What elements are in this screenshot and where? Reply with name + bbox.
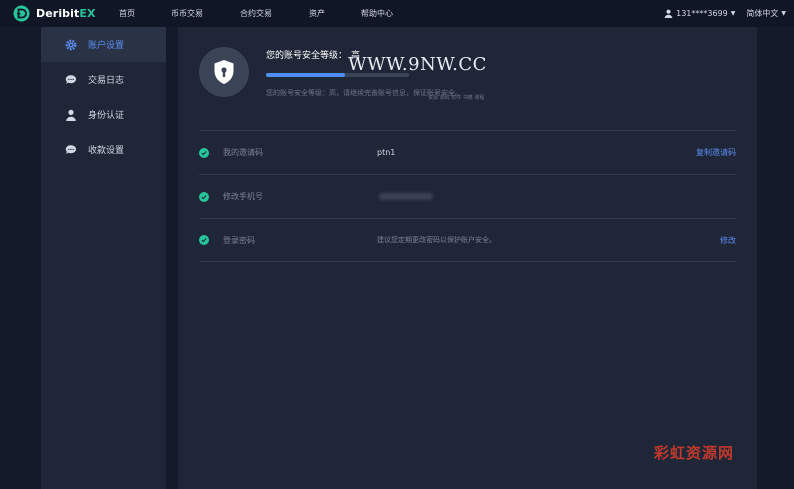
check-circle-icon [199, 147, 209, 158]
sidebar-item-label: 账户设置 [88, 41, 125, 51]
nav-contract-trading[interactable]: 合约交易 [240, 8, 309, 19]
settings-list: 我的邀请码 ptn1 复制邀请码 修改手机号 登录密码 建议您定期更改密码以保护… [199, 130, 736, 262]
sidebar-item-identity-verification[interactable]: 身份认证 [41, 97, 166, 132]
watermark-subtext: 资源 源码 软件 书籍 课程 [428, 95, 485, 101]
sidebar-item-label: 交易日志 [88, 76, 125, 86]
setting-label: 登录密码 [223, 235, 255, 245]
setting-label: 修改手机号 [223, 192, 263, 201]
person-icon [65, 109, 77, 121]
language-selector[interactable]: 简体中文 ▼ [746, 8, 786, 19]
nav-spot-trading[interactable]: 币币交易 [171, 8, 240, 19]
sidebar-item-label: 收款设置 [88, 146, 125, 156]
chat-icon [65, 74, 77, 86]
user-menu[interactable]: 131****3699 ▼ [664, 9, 735, 18]
caret-down-icon: ▼ [730, 10, 736, 17]
gear-icon [65, 39, 77, 51]
shield-lock-icon [214, 60, 234, 84]
language-label: 简体中文 [746, 9, 779, 18]
user-phone: 131****3699 [676, 9, 728, 18]
phone-number-redacted [379, 193, 433, 200]
invite-code-value: ptn1 [377, 148, 396, 157]
setting-label: 我的邀请码 [223, 148, 263, 157]
copy-invite-code-link[interactable]: 复制邀请码 [696, 147, 736, 158]
watermark-text: WWW.9NW.CC [348, 54, 487, 75]
user-icon [664, 9, 673, 18]
security-level-progress-fill [266, 73, 345, 77]
check-circle-icon [199, 235, 209, 245]
sidebar-item-account-settings[interactable]: 账户设置 [41, 27, 166, 62]
sidebar-item-label: 身份认证 [88, 111, 125, 121]
caret-down-icon: ▼ [781, 10, 786, 17]
sidebar-item-trade-log[interactable]: 交易日志 [41, 62, 166, 97]
corner-watermark: 彩虹资源网 [654, 444, 735, 462]
password-hint: 建议您定期更改密码以保护账户安全。 [377, 236, 496, 244]
security-level-title: 您的账号安全等级：高 [266, 51, 361, 61]
deribit-logo-icon [13, 5, 30, 22]
sidebar-item-payment-settings[interactable]: 收款设置 [41, 132, 166, 167]
setting-row-login-password: 登录密码 建议您定期更改密码以保护账户安全。 修改 [199, 218, 736, 262]
check-circle-icon [199, 191, 209, 202]
account-settings-panel: 您的账号安全等级：高 您的账号安全等级：高，请继续完善账号信息，保证账号安全。 … [178, 27, 757, 489]
chat-icon [65, 144, 77, 156]
setting-row-invite-code: 我的邀请码 ptn1 复制邀请码 [199, 130, 736, 174]
nav-home[interactable]: 首页 [119, 8, 171, 19]
main-nav: 首页 币币交易 合约交易 资产 帮助中心 [119, 8, 421, 19]
nav-assets[interactable]: 资产 [309, 8, 361, 19]
modify-password-link[interactable]: 修改 [720, 235, 736, 246]
sidebar: 账户设置 交易日志 身份认证 收款设置 [41, 27, 166, 489]
nav-help-center[interactable]: 帮助中心 [361, 8, 421, 19]
brand-logo[interactable]: DeribitEX [13, 5, 113, 22]
security-shield-badge [199, 47, 249, 97]
setting-row-phone: 修改手机号 [199, 174, 736, 218]
top-navigation-bar: DeribitEX 首页 币币交易 合约交易 资产 帮助中心 131****36… [0, 0, 794, 27]
brand-name: DeribitEX [36, 7, 96, 20]
